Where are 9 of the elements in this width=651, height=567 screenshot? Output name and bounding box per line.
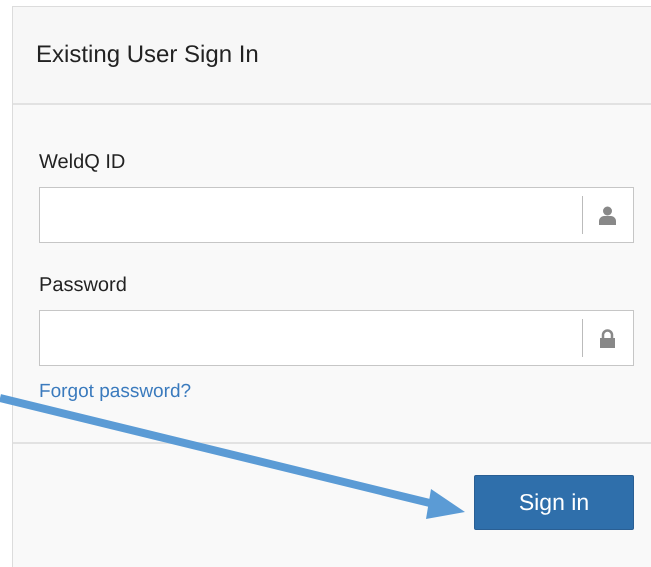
field-label: WeldQ ID	[39, 151, 126, 174]
user-icon	[599, 206, 616, 224]
lock-icon	[599, 328, 616, 348]
input-field[interactable]	[39, 310, 634, 366]
sign-in-button[interactable]: Sign in	[474, 475, 634, 530]
forgot-password-link[interactable]: Forgot password?	[39, 381, 192, 403]
field-label: Password	[39, 274, 128, 297]
input-field[interactable]	[39, 187, 634, 243]
panel-title: Existing User Sign In	[36, 41, 259, 69]
